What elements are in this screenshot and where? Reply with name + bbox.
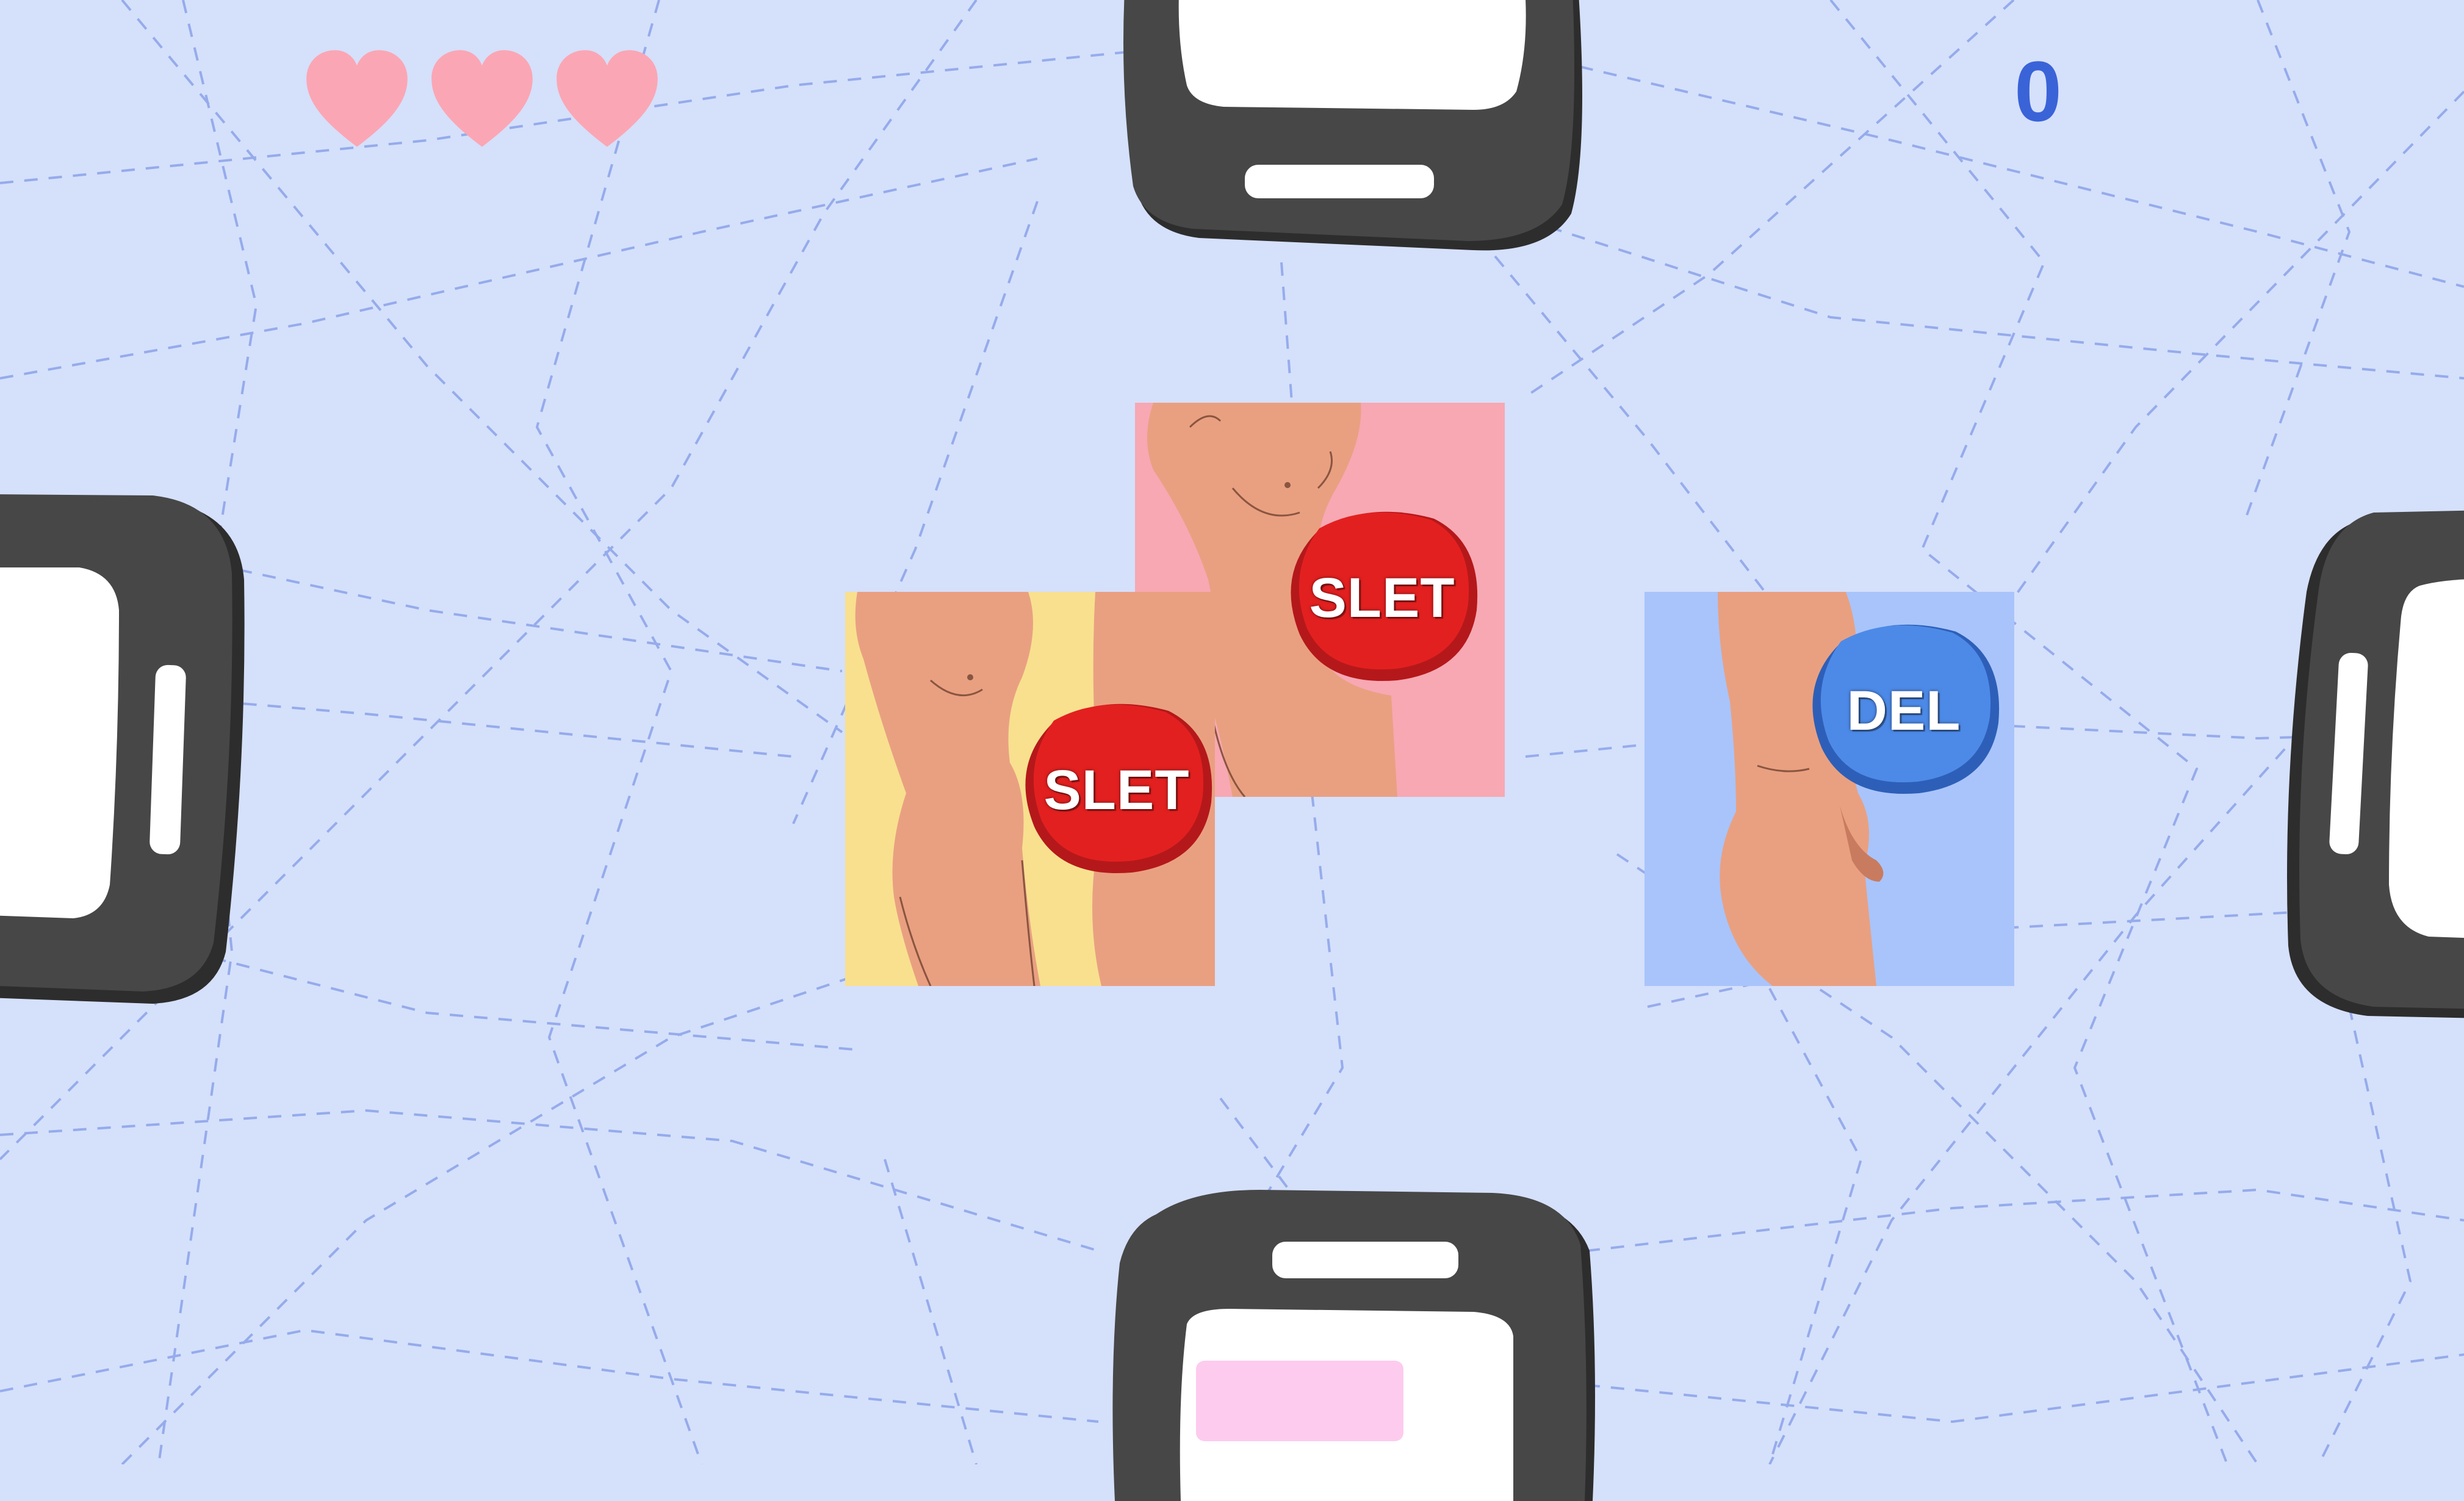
message-preview <box>1196 1361 1403 1441</box>
heart-icon <box>306 50 408 147</box>
smartphone-icon <box>1108 0 1596 268</box>
delete-badge-del[interactable]: DEL <box>1803 619 2005 802</box>
smartphone-icon <box>2270 506 2464 1025</box>
heart-icon <box>557 50 658 147</box>
delete-badge-slet[interactable]: SLET <box>1016 699 1215 882</box>
image-card-blue[interactable]: DEL <box>1644 592 2014 986</box>
image-card-yellow[interactable]: SLET <box>845 592 1215 986</box>
smartphone-icon <box>1108 1184 1596 1501</box>
delete-badge-slet[interactable]: SLET <box>1281 506 1483 689</box>
score-counter: 0 <box>2014 43 2062 139</box>
lives-display <box>302 46 662 156</box>
heart-icon <box>431 50 533 147</box>
smartphone-icon <box>0 488 250 1013</box>
